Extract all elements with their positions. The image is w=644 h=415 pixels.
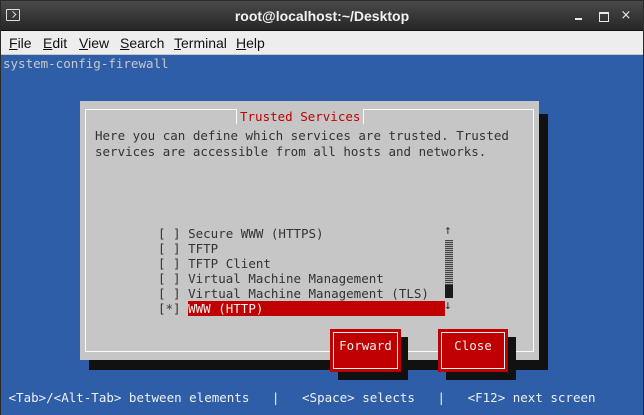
service-checkbox[interactable]: [ ]	[158, 226, 181, 241]
terminal-window: root@localhost:~/Desktop × File Edit Vie…	[0, 0, 644, 415]
window-title: root@localhost:~/Desktop	[234, 8, 410, 24]
forward-button-label: Forward	[339, 338, 392, 353]
menu-help[interactable]: Help	[236, 35, 265, 51]
service-item[interactable]: [ ] Virtual Machine Management	[158, 271, 384, 286]
close-icon[interactable]: ×	[619, 9, 633, 23]
close-button-label: Close	[454, 338, 492, 353]
service-checkbox[interactable]: [ ]	[158, 271, 181, 286]
help-line: <Tab>/<Alt-Tab> between elements | <Spac…	[1, 390, 596, 405]
description-line-1: Here you can define which services are t…	[95, 128, 509, 143]
service-item[interactable]: [ ] TFTP	[158, 241, 218, 256]
menu-search[interactable]: Search	[120, 35, 164, 51]
menu-view[interactable]: View	[79, 35, 109, 51]
menu-terminal[interactable]: Terminal	[174, 35, 227, 51]
service-item[interactable]: [ ] TFTP Client	[158, 256, 271, 271]
service-item[interactable]: [ ] Virtual Machine Management (TLS)	[158, 286, 429, 301]
dialog-title: Trusted Services	[236, 109, 365, 124]
service-label: Virtual Machine Management	[188, 271, 384, 286]
service-checkbox[interactable]: [ ]	[158, 286, 181, 301]
service-label: TFTP	[188, 241, 219, 256]
maximize-icon[interactable]	[596, 9, 610, 23]
menu-bar: File Edit View Search Terminal Help	[1, 31, 643, 55]
service-label: Virtual Machine Management (TLS)	[188, 286, 429, 301]
forward-button[interactable]: Forward	[330, 329, 401, 372]
title-bar[interactable]: root@localhost:~/Desktop ×	[1, 1, 643, 31]
service-label: Secure WWW (HTTPS)	[188, 226, 324, 241]
scroll-down-arrow-icon[interactable]: ↓	[444, 297, 452, 312]
trusted-services-dialog: Trusted Services Here you can define whi…	[80, 101, 539, 380]
terminal-area[interactable]: system-config-firewall Trusted Services …	[1, 56, 643, 415]
menu-file[interactable]: File	[9, 35, 32, 51]
close-button[interactable]: Close	[438, 329, 508, 372]
service-item-selected[interactable]: [*] WWW (HTTP)	[158, 301, 446, 316]
service-label: WWW (HTTP)	[188, 301, 446, 316]
service-label: TFTP Client	[188, 256, 271, 271]
scroll-up-arrow-icon[interactable]: ↑	[444, 222, 452, 237]
program-name: system-config-firewall	[3, 56, 169, 71]
service-checkbox[interactable]: [*]	[158, 301, 181, 316]
dialog-description: Here you can define which services are t…	[95, 128, 509, 160]
scrollbar-track[interactable]	[445, 240, 453, 285]
menu-edit[interactable]: Edit	[43, 35, 67, 51]
service-item[interactable]: [ ] Secure WWW (HTTPS)	[158, 226, 324, 241]
minimize-icon[interactable]	[572, 9, 586, 23]
description-line-2: services are accessible from all hosts a…	[95, 144, 487, 159]
service-checkbox[interactable]: [ ]	[158, 256, 181, 271]
service-checkbox[interactable]: [ ]	[158, 241, 181, 256]
